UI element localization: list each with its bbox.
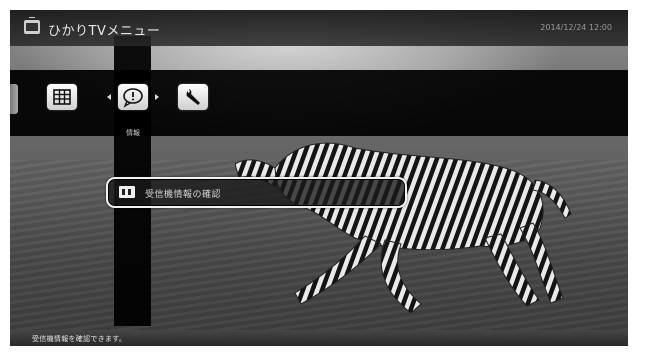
settings-button[interactable] — [178, 84, 208, 110]
window-title: ひかりTVメニュー — [48, 24, 161, 39]
status-bar: 受信機情報を確認できます。 — [10, 330, 628, 346]
program-guide-grid-icon — [53, 89, 71, 105]
tv-screen: 情報 受信機情報の確認 ひかりTVメニュー 2014/12/24 12:00 受… — [10, 10, 628, 346]
main-toolbar — [10, 70, 628, 136]
zebra-background-image — [235, 142, 572, 314]
information-button[interactable] — [118, 84, 148, 110]
tuner-icon — [119, 186, 135, 198]
title-bar: ひかりTVメニュー 2014/12/24 12:00 — [10, 10, 628, 46]
receiver-info-menu-item[interactable]: 受信機情報の確認 — [106, 177, 407, 208]
tv-app-icon — [24, 17, 40, 34]
information-icon — [123, 88, 143, 108]
previous-tool-icon[interactable] — [10, 84, 18, 114]
clock-display: 2014/12/24 12:00 — [540, 23, 612, 32]
information-caption: 情報 — [126, 129, 140, 137]
wrench-settings-icon — [186, 89, 200, 105]
receiver-info-label: 受信機情報の確認 — [145, 190, 222, 200]
status-help-text: 受信機情報を確認できます。 — [32, 335, 127, 343]
program-guide-button[interactable] — [47, 84, 77, 110]
toolbar-right-arrow-icon[interactable] — [155, 94, 159, 100]
toolbar-left-arrow-icon[interactable] — [107, 94, 111, 100]
